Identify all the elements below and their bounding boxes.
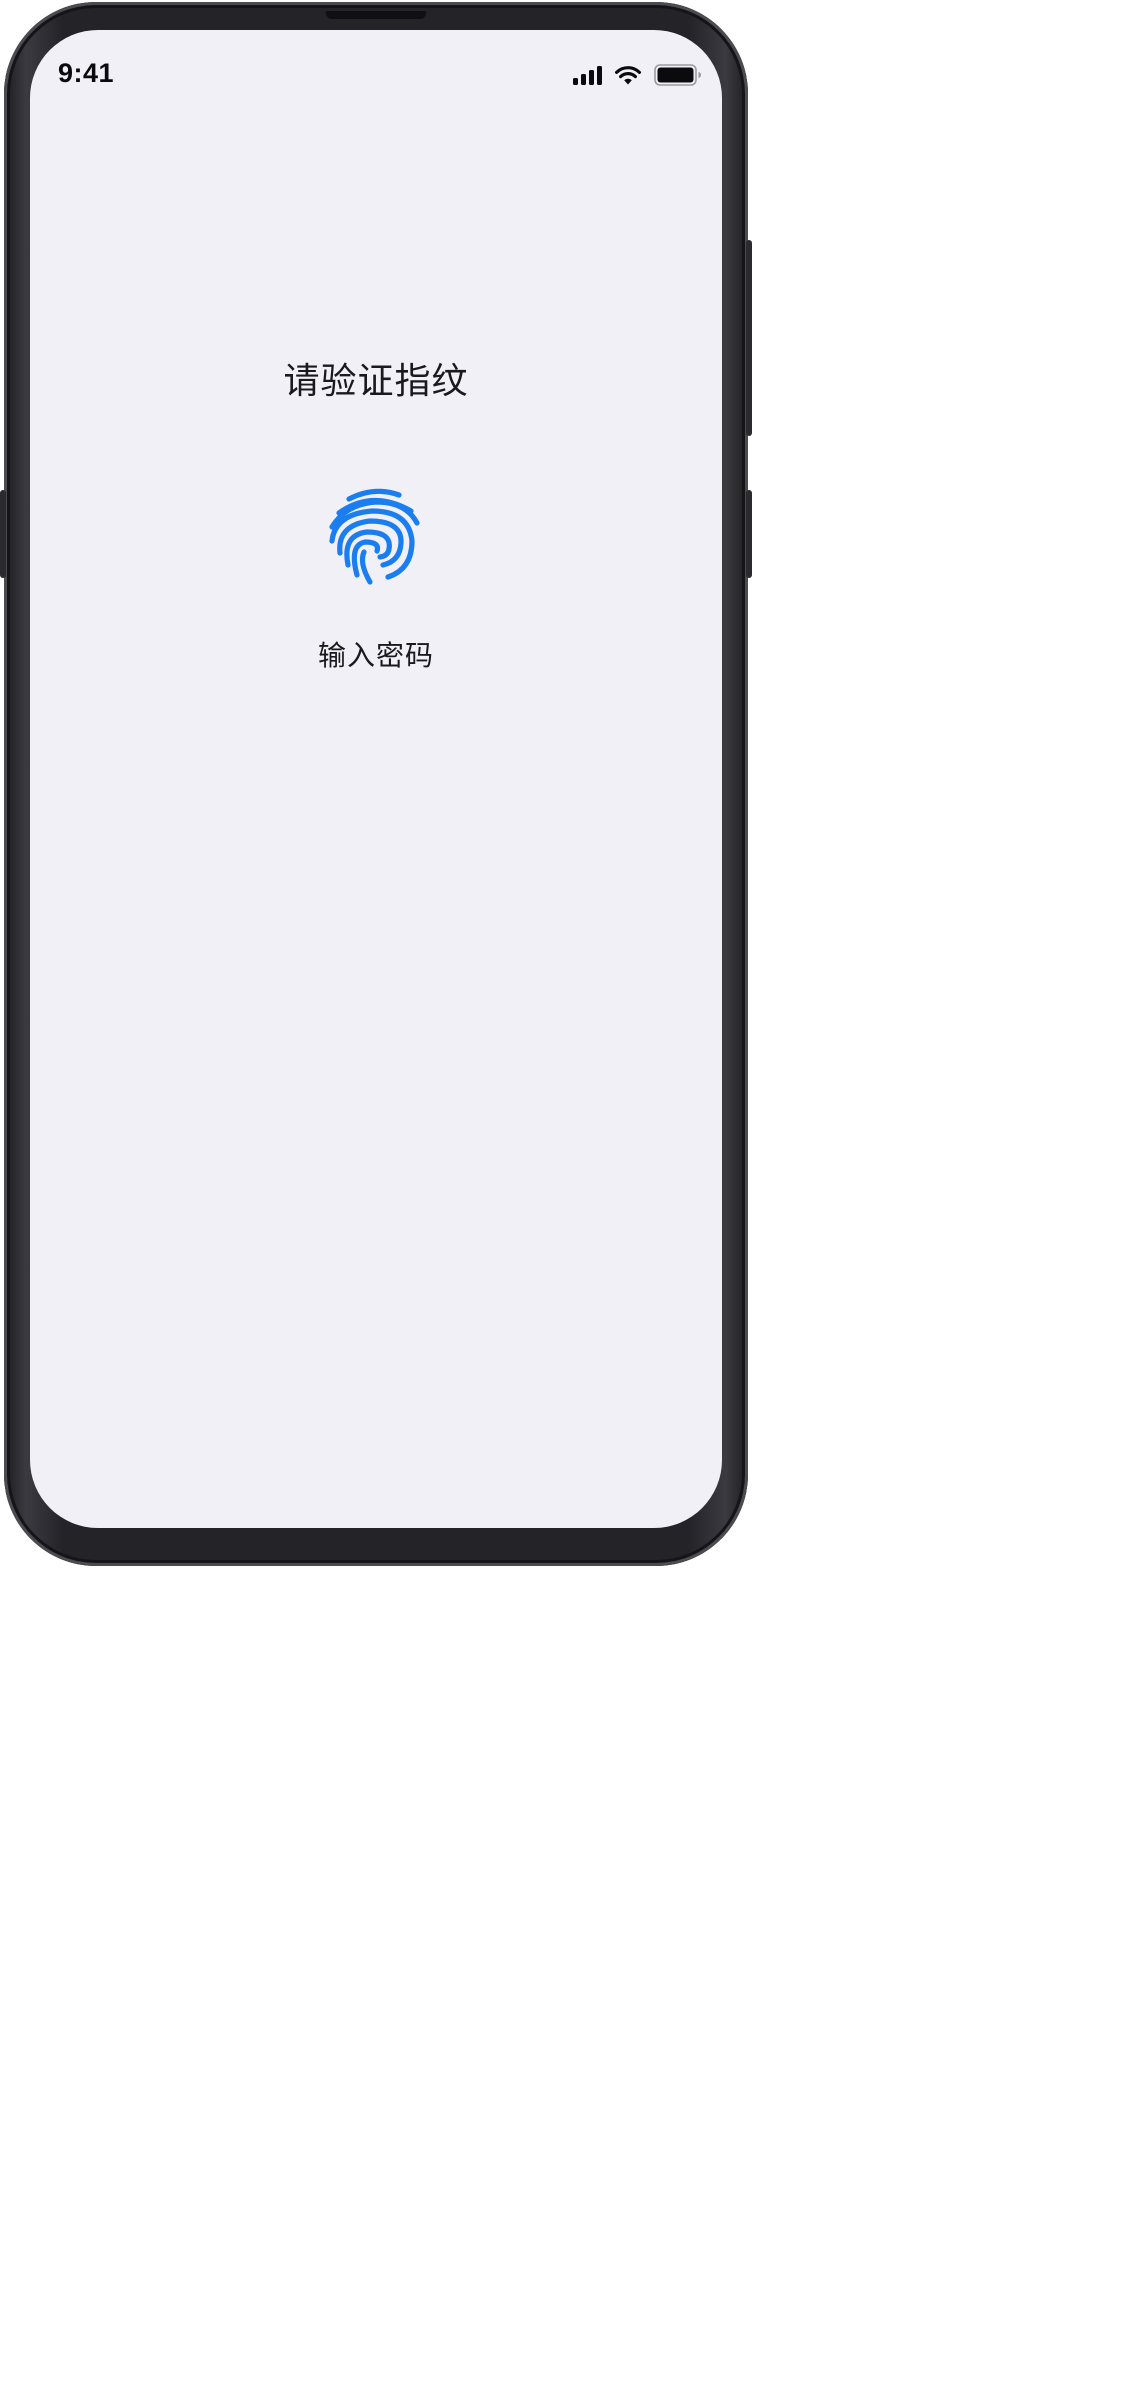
wifi-icon xyxy=(615,65,641,84)
page-title: 请验证指纹 xyxy=(283,361,469,402)
battery-icon xyxy=(654,64,701,86)
side-button xyxy=(746,240,752,436)
signal-icon xyxy=(573,65,602,85)
status-bar: 9:41 xyxy=(30,30,722,120)
speaker-notch xyxy=(326,11,426,19)
volume-button xyxy=(0,490,6,578)
fingerprint-icon xyxy=(329,488,420,585)
screen: 9:41 请验证指纹 输入密码 xyxy=(30,30,722,1528)
enter-password-button[interactable]: 输入密码 xyxy=(276,634,476,674)
fingerprint-sensor[interactable] xyxy=(326,485,426,597)
status-icons xyxy=(573,64,702,86)
power-button xyxy=(746,490,752,578)
status-time: 9:41 xyxy=(58,58,115,88)
